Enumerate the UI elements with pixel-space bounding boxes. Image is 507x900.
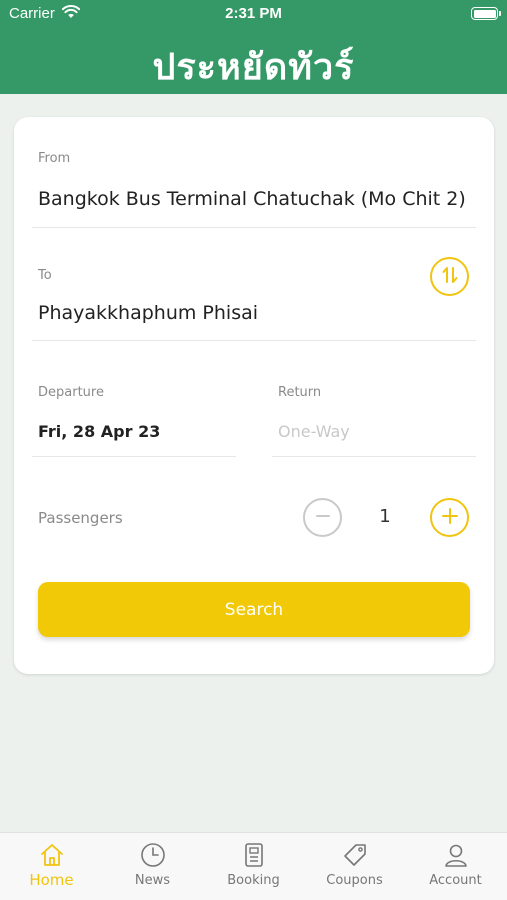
decrease-passengers-button[interactable] (303, 498, 342, 537)
tab-home[interactable]: Home (1, 833, 102, 900)
battery-icon (471, 7, 501, 20)
home-icon (38, 841, 66, 869)
app-header: Carrier 2:31 PM ประหยัดทัวร์ (0, 0, 507, 94)
document-icon (240, 841, 268, 869)
to-field[interactable]: Phayakkhaphum Phisai (38, 302, 258, 324)
tab-bar: Home News Booking Coupons Account (0, 832, 507, 900)
status-bar: Carrier 2:31 PM (0, 0, 507, 28)
swap-arrows-icon (440, 265, 460, 289)
return-date-field[interactable]: One-Way (278, 422, 350, 441)
from-label: From (38, 151, 71, 166)
search-button[interactable]: Search (38, 582, 470, 637)
to-label: To (38, 268, 52, 283)
person-icon (442, 841, 470, 869)
clock-time: 2:31 PM (225, 5, 282, 22)
tab-news[interactable]: News (102, 833, 203, 900)
divider (32, 340, 476, 341)
from-field[interactable]: Bangkok Bus Terminal Chatuchak (Mo Chit … (38, 188, 466, 210)
return-label: Return (278, 385, 322, 400)
increase-passengers-button[interactable] (430, 498, 469, 537)
passengers-label: Passengers (38, 509, 123, 527)
departure-label: Departure (38, 385, 104, 400)
plus-icon (440, 506, 460, 530)
tab-label: Account (429, 873, 482, 888)
tab-label: Home (29, 871, 74, 889)
tab-account[interactable]: Account (405, 833, 506, 900)
tab-label: News (134, 873, 171, 888)
minus-icon (314, 507, 332, 529)
tab-label: Coupons (326, 873, 383, 888)
page-title: ประหยัดทัวร์ (152, 47, 355, 88)
divider (272, 456, 476, 457)
swap-button[interactable] (430, 257, 469, 296)
tab-booking[interactable]: Booking (203, 833, 304, 900)
tab-coupons[interactable]: Coupons (304, 833, 405, 900)
divider (32, 456, 236, 457)
departure-date-field[interactable]: Fri, 28 Apr 23 (38, 422, 160, 441)
passenger-count: 1 (379, 506, 391, 527)
divider (32, 227, 476, 228)
tag-icon (341, 841, 369, 869)
clock-icon (139, 841, 167, 869)
tab-label: Booking (227, 873, 280, 888)
search-form-card: From Bangkok Bus Terminal Chatuchak (Mo … (14, 117, 494, 674)
